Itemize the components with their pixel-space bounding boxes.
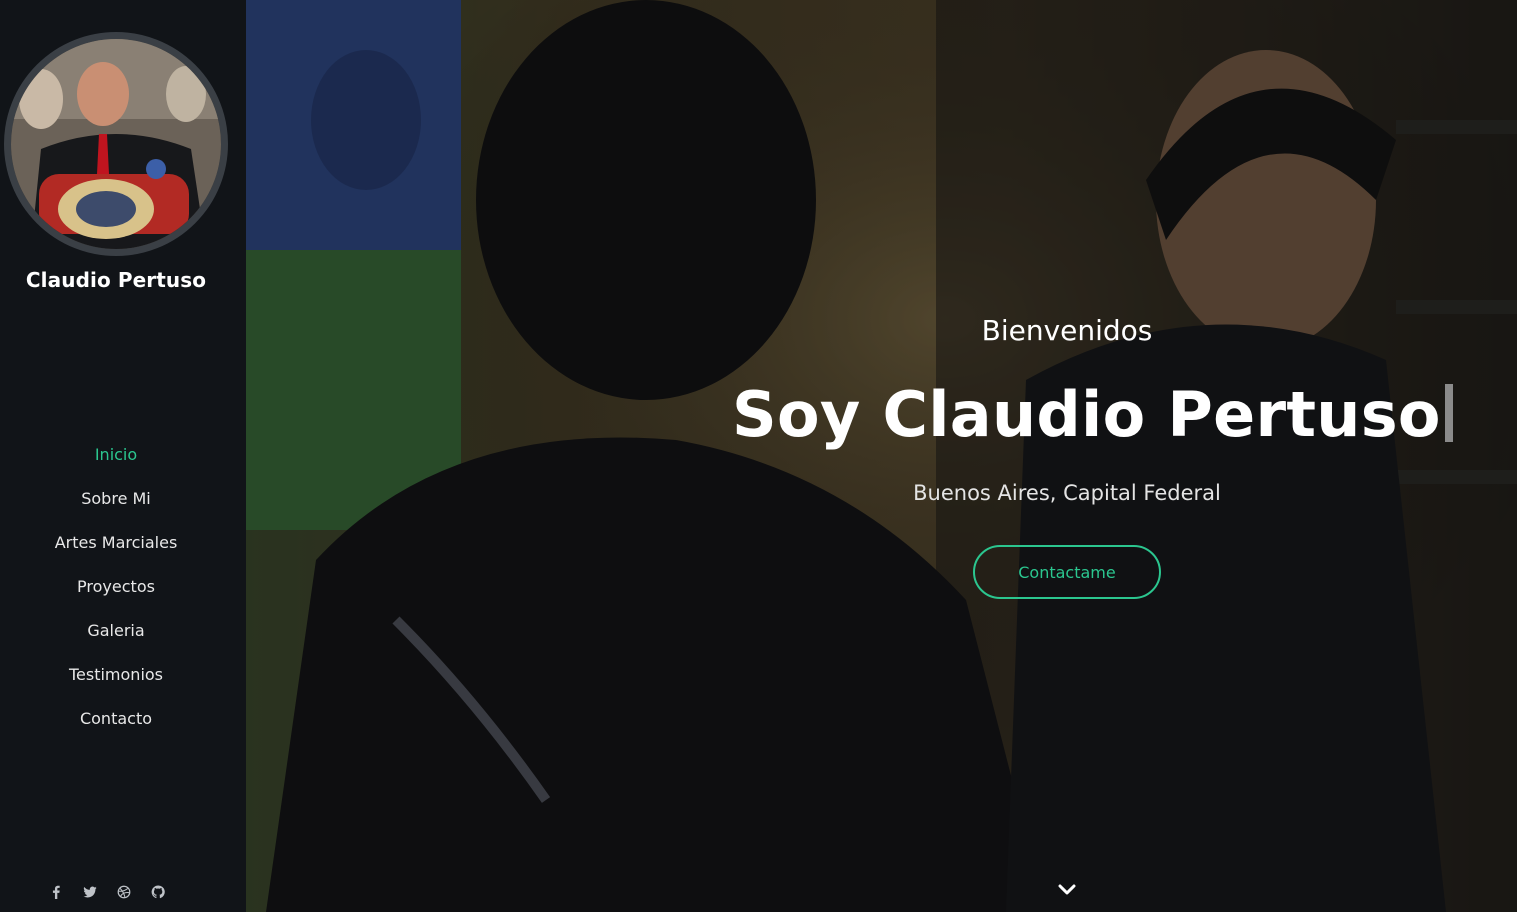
nav-item-testimonios[interactable]: Testimonios	[0, 653, 232, 697]
hero-location: Buenos Aires, Capital Federal	[913, 481, 1221, 505]
twitter-icon[interactable]	[82, 884, 98, 900]
nav-item-proyectos[interactable]: Proyectos	[0, 565, 232, 609]
scroll-down-button[interactable]	[1056, 880, 1078, 898]
profile-name: Claudio Pertuso	[25, 268, 207, 292]
nav-item-contacto[interactable]: Contacto	[0, 697, 232, 741]
hero-greeting: Bienvenidos	[981, 314, 1153, 347]
sidebar-nav: Inicio Sobre Mi Artes Marciales Proyecto…	[0, 433, 232, 741]
nav-item-artes-marciales[interactable]: Artes Marciales	[0, 521, 232, 565]
nav-item-galeria[interactable]: Galeria	[0, 609, 232, 653]
sidebar: Claudio Pertuso Inicio Sobre Mi Artes Ma…	[0, 0, 246, 912]
hero-content: Bienvenidos Soy Claudio Pertuso Buenos A…	[246, 0, 1517, 912]
hero-title-text: Soy Claudio Pertuso	[732, 378, 1441, 451]
nav-item-inicio[interactable]: Inicio	[0, 433, 232, 477]
contact-button[interactable]: Contactame	[973, 545, 1161, 599]
social-links	[48, 884, 166, 900]
typing-cursor	[1444, 384, 1453, 442]
hero-section: Bienvenidos Soy Claudio Pertuso Buenos A…	[246, 0, 1517, 912]
chevron-down-icon	[1058, 884, 1076, 895]
avatar-photo	[11, 39, 221, 249]
github-icon[interactable]	[150, 884, 166, 900]
dribbble-icon[interactable]	[116, 884, 132, 900]
nav-item-sobre-mi[interactable]: Sobre Mi	[0, 477, 232, 521]
avatar[interactable]	[4, 32, 228, 256]
facebook-icon[interactable]	[48, 884, 64, 900]
hero-title: Soy Claudio Pertuso	[732, 378, 1453, 451]
